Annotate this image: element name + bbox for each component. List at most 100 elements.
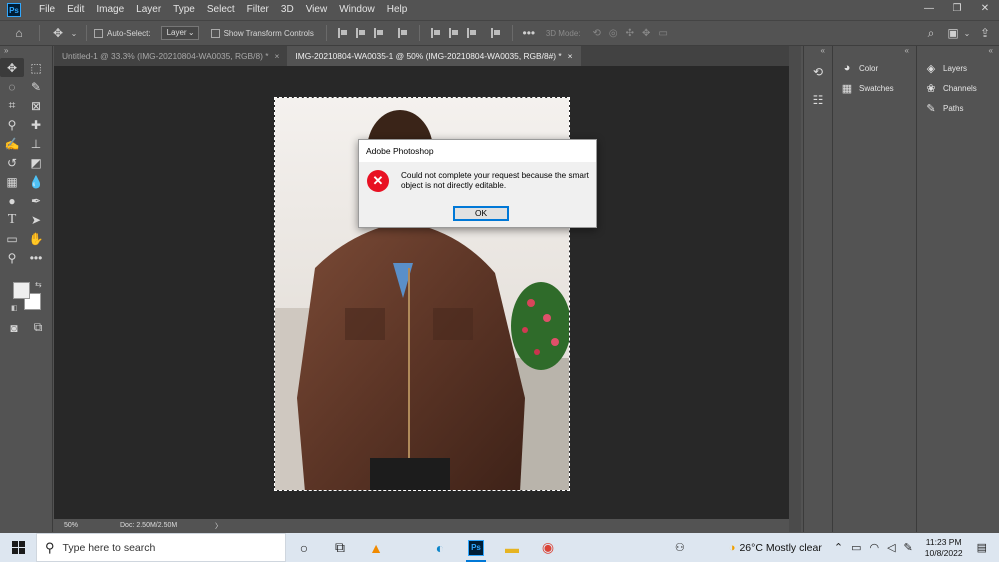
panel-item-color[interactable]: ◕ Color (833, 58, 915, 78)
close-tab-icon[interactable]: × (568, 51, 573, 61)
auto-select-checkbox[interactable]: Auto-Select: (94, 28, 151, 38)
type-tool-icon[interactable]: T (0, 210, 24, 229)
show-hidden-icons-icon[interactable]: ⌃ (834, 541, 843, 554)
collapse-panel-icon[interactable]: « (833, 46, 915, 58)
properties-panel-icon[interactable]: ☷ (804, 86, 832, 114)
zoom-tool-icon[interactable]: ⚲ (0, 248, 24, 267)
people-icon[interactable]: ⚇ (675, 541, 685, 554)
orbit-3d-icon[interactable]: ⟲ (593, 28, 601, 39)
move-tool-preset-icon[interactable]: ✥ (47, 26, 69, 40)
tab-untitled-1[interactable]: Untitled-1 @ 33.3% (IMG-20210804-WA0035,… (54, 46, 287, 66)
share-icon[interactable]: ⇪ (978, 26, 992, 40)
chevron-down-icon[interactable]: ⌄ (69, 29, 79, 38)
default-colors-icon[interactable]: ◧ (11, 304, 18, 312)
cortana-icon[interactable]: ○ (286, 533, 322, 562)
rectangle-tool-icon[interactable]: ▭ (0, 229, 24, 248)
move-tool-icon[interactable]: ✥ (0, 58, 24, 77)
frame-tool-icon[interactable]: ⊠ (24, 96, 48, 115)
panel-item-channels[interactable]: ❀ Channels (917, 78, 999, 98)
chevron-down-icon[interactable]: ⌄ (962, 29, 972, 38)
zoom-level[interactable]: 50% (64, 522, 110, 529)
edit-toolbar-icon[interactable]: ••• (24, 248, 48, 267)
restore-button[interactable]: ❐ (943, 0, 971, 18)
wifi-icon[interactable]: ◠ (869, 541, 879, 554)
blur-tool-icon[interactable]: 💧 (24, 172, 48, 191)
menu-window[interactable]: Window (333, 0, 381, 20)
drag-3d-icon[interactable]: ✣ (626, 28, 634, 39)
align-top-icon[interactable] (430, 28, 441, 38)
align-left-icon[interactable] (337, 28, 348, 38)
align-bottom-icon[interactable] (466, 28, 477, 38)
foreground-color-swatch[interactable] (13, 282, 30, 299)
screen-mode-icon[interactable]: ⧉ (26, 318, 50, 337)
panel-item-layers[interactable]: ◈ Layers (917, 58, 999, 78)
hand-tool-icon[interactable]: ✋ (24, 229, 48, 248)
notifications-icon[interactable]: ▤ (977, 541, 987, 554)
vlc-icon[interactable]: ▲ (358, 533, 394, 562)
collapse-toolbar-icon[interactable]: » (0, 46, 52, 58)
clone-stamp-tool-icon[interactable]: ⊥ (24, 134, 48, 153)
pen-tool-icon[interactable]: ✒ (24, 191, 48, 210)
task-view-icon[interactable]: ⧉ (322, 533, 358, 562)
roll-3d-icon[interactable]: ◎ (609, 28, 618, 39)
eraser-tool-icon[interactable]: ◩ (24, 153, 48, 172)
photoshop-logo[interactable]: Ps (7, 3, 21, 17)
quick-mask-icon[interactable]: ◙ (2, 318, 26, 337)
minimize-button[interactable]: — (915, 0, 943, 18)
eyedropper-tool-icon[interactable]: ⚲ (0, 115, 24, 134)
menu-image[interactable]: Image (90, 0, 130, 20)
edge-browser-icon[interactable]: ◐ (422, 533, 458, 562)
taskbar-search-box[interactable]: ⚲ Type here to search (36, 533, 286, 562)
clock[interactable]: 11:23 PM 10/8/2022 (925, 537, 963, 559)
align-right-icon[interactable] (373, 28, 384, 38)
quick-selection-tool-icon[interactable]: ✎ (24, 77, 48, 96)
menu-file[interactable]: File (33, 0, 61, 20)
battery-icon[interactable]: ▭ (851, 541, 861, 554)
pen-workspace-icon[interactable]: ✎ (904, 541, 913, 554)
marquee-tool-icon[interactable]: ⬚ (24, 58, 48, 77)
history-panel-icon[interactable]: ⟲ (804, 58, 832, 86)
status-menu-icon[interactable]: 〉 (215, 521, 222, 531)
collapse-panel-icon[interactable]: « (917, 46, 999, 58)
menu-help[interactable]: Help (381, 0, 414, 20)
auto-select-dropdown[interactable]: Layer ⌄ (160, 26, 199, 40)
photoshop-taskbar-icon[interactable]: Ps (458, 533, 494, 562)
menu-edit[interactable]: Edit (61, 0, 90, 20)
search-icon[interactable]: ⌕ (924, 26, 938, 41)
menu-type[interactable]: Type (167, 0, 201, 20)
dodge-tool-icon[interactable]: ● (0, 191, 24, 210)
weather-text[interactable]: 26°C Mostly clear (739, 542, 821, 554)
menu-view[interactable]: View (300, 0, 334, 20)
align-center-icon[interactable] (355, 28, 366, 38)
distribute-vertical-icon[interactable] (490, 28, 501, 38)
collapse-dock-icon[interactable]: « (804, 46, 831, 58)
close-window-button[interactable]: ✕ (971, 0, 999, 18)
menu-3d[interactable]: 3D (275, 0, 300, 20)
show-transform-controls-checkbox[interactable]: Show Transform Controls (210, 28, 314, 38)
panel-item-paths[interactable]: ✎ Paths (917, 98, 999, 118)
menu-select[interactable]: Select (201, 0, 241, 20)
slide-3d-icon[interactable]: ✥ (642, 28, 650, 39)
menu-filter[interactable]: Filter (241, 0, 275, 20)
path-selection-tool-icon[interactable]: ➤ (24, 210, 48, 229)
ok-button[interactable]: OK (453, 206, 509, 221)
file-explorer-icon[interactable]: ▬ (494, 533, 530, 562)
distribute-icon[interactable] (397, 28, 408, 38)
healing-brush-tool-icon[interactable]: ✚ (24, 115, 48, 134)
crop-tool-icon[interactable]: ⌗ (0, 96, 24, 115)
menu-layer[interactable]: Layer (130, 0, 167, 20)
chrome-icon[interactable]: ◉ (530, 533, 566, 562)
panel-item-swatches[interactable]: ▦ Swatches (833, 78, 915, 98)
brush-tool-icon[interactable]: ✍ (0, 134, 24, 153)
canvas-scrollbar[interactable] (789, 46, 801, 532)
history-brush-tool-icon[interactable]: ↺ (0, 153, 24, 172)
start-button[interactable] (0, 533, 36, 562)
align-middle-icon[interactable] (448, 28, 459, 38)
weather-icon[interactable]: ◑ (729, 542, 736, 554)
workspace-icon[interactable]: ▣ (946, 26, 960, 40)
close-tab-icon[interactable]: × (275, 51, 280, 61)
gradient-tool-icon[interactable]: ▦ (0, 172, 24, 191)
tab-img-20210804[interactable]: IMG-20210804-WA0035-1 @ 50% (IMG-2021080… (287, 46, 581, 66)
swap-colors-icon[interactable]: ⇆ (35, 280, 42, 289)
home-icon[interactable]: ⌂ (6, 26, 32, 40)
